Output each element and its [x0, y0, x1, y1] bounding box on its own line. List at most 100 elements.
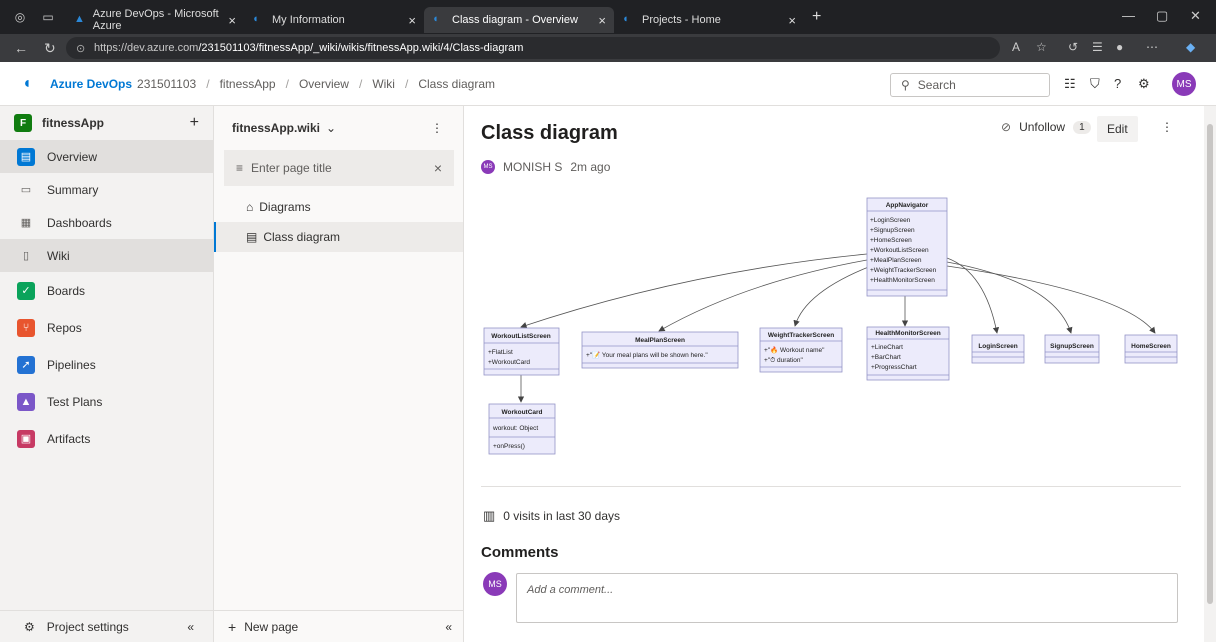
class-node-mealplanscreen: MealPlanScreen +"📝 Your meal plans will …: [581, 331, 739, 369]
read-aloud-icon[interactable]: A: [1012, 40, 1020, 54]
tab-projects-home[interactable]: ◖ Projects - Home ×: [614, 7, 804, 33]
comment-input[interactable]: Add a comment...: [516, 573, 1178, 623]
edit-label: Edit: [1107, 122, 1128, 136]
class-field: +BarChart: [871, 354, 901, 361]
tab-my-information[interactable]: ◖ My Information ×: [244, 7, 424, 33]
sidebar-item-label: Summary: [47, 182, 99, 197]
sidebar-item-summary[interactable]: ▭ Summary: [0, 173, 213, 206]
avatar[interactable]: MS: [1172, 72, 1196, 96]
sidebar-item-label: Dashboards: [47, 215, 112, 230]
more-icon[interactable]: ⋯: [1146, 40, 1158, 54]
sidebar-item-label: Repos: [47, 320, 82, 335]
profile-icon[interactable]: ●: [1116, 40, 1123, 54]
url-field[interactable]: ⊙ https://dev.azure.com/231501103/fitnes…: [66, 37, 1000, 59]
page-title: Class diagram: [481, 122, 618, 144]
copilot-icon[interactable]: ↺: [1068, 40, 1078, 54]
edit-button[interactable]: Edit: [1097, 116, 1138, 142]
sidebar-item-dashboards[interactable]: ▦ Dashboards: [0, 206, 213, 239]
class-field: +ProgressChart: [871, 364, 917, 371]
breadcrumb-item[interactable]: Wiki: [372, 77, 395, 91]
back-icon[interactable]: ←: [14, 40, 28, 56]
edge-copilot-icon[interactable]: ◆: [1186, 40, 1195, 54]
tree-page-class-diagram[interactable]: ▤ Class diagram: [214, 222, 463, 252]
work-items-icon[interactable]: ☷: [1064, 76, 1076, 92]
artifacts-icon: ▣: [17, 429, 35, 448]
class-field: +FlatList: [488, 349, 513, 356]
scrollbar-thumb[interactable]: [1207, 124, 1213, 604]
new-tab-button[interactable]: +: [812, 8, 821, 26]
wiki-more-icon[interactable]: ⋮: [431, 121, 443, 135]
breadcrumb-separator: /: [285, 76, 289, 91]
sidebar-item-repos[interactable]: ⑂ Repos: [0, 309, 213, 346]
close-tab-icon[interactable]: ×: [228, 13, 236, 28]
browser-tab-bar: ◎ ▭ ▲ Azure DevOps - Microsoft Azure × ◖…: [0, 0, 1216, 34]
org-link[interactable]: 231501103: [137, 77, 196, 91]
class-field: +onPress(): [493, 443, 525, 450]
author-name[interactable]: MONISH S: [503, 160, 562, 174]
project-header[interactable]: F fitnessApp +: [0, 106, 213, 140]
class-node-workoutcard: WorkoutCard workout: Object +onPress(): [488, 403, 556, 455]
class-name: SignupScreen: [1050, 343, 1094, 350]
wiki-icon: ▯: [22, 250, 30, 262]
user-settings-icon[interactable]: ⚙: [1138, 76, 1150, 92]
close-tab-icon[interactable]: ×: [788, 13, 796, 28]
breadcrumb-item[interactable]: Overview: [299, 77, 349, 91]
wiki-tree-panel: fitnessApp.wiki ⌄ ⋮ ≡ Enter page title ×…: [214, 106, 464, 642]
wiki-selector[interactable]: fitnessApp.wiki ⌄ ⋮: [214, 106, 463, 150]
class-field: +HomeScreen: [870, 237, 912, 244]
filter-placeholder: Enter page title: [251, 161, 332, 175]
maximize-button[interactable]: ▢: [1156, 8, 1168, 24]
favorite-icon[interactable]: ☆: [1036, 40, 1047, 54]
site-info-icon[interactable]: ⊙: [76, 42, 85, 55]
collapse-sidebar-icon[interactable]: «: [187, 620, 194, 634]
sidebar-item-boards[interactable]: ✓ Boards: [0, 272, 213, 309]
sidebar-item-pipelines[interactable]: ➚ Pipelines: [0, 346, 213, 383]
collapse-tree-icon[interactable]: «: [445, 620, 452, 634]
page-scrollbar[interactable]: [1204, 106, 1216, 642]
tab-actions-icon[interactable]: ▭: [40, 9, 56, 25]
sidebar-item-artifacts[interactable]: ▣ Artifacts: [0, 420, 213, 457]
favorites-list-icon[interactable]: ☰: [1092, 40, 1103, 54]
tab-title: Class diagram - Overview: [452, 14, 578, 26]
page-visits[interactable]: ▥ 0 visits in last 30 days: [483, 508, 620, 524]
tree-page-diagrams[interactable]: ⌂ Diagrams: [214, 192, 463, 222]
devops-header: ◖ Azure DevOps 231501103 / fitnessApp / …: [0, 62, 1216, 106]
close-tab-icon[interactable]: ×: [598, 13, 606, 28]
workspaces-icon[interactable]: ◎: [12, 9, 28, 25]
help-icon[interactable]: ?: [1114, 76, 1121, 91]
tab-azure-devops[interactable]: ▲ Azure DevOps - Microsoft Azure ×: [66, 7, 244, 33]
breadcrumb-item[interactable]: Class diagram: [418, 77, 495, 91]
azure-icon: ▲: [74, 13, 85, 25]
add-icon[interactable]: +: [190, 114, 199, 132]
page-more-button[interactable]: ⋮: [1161, 120, 1173, 134]
breadcrumb-item[interactable]: fitnessApp: [220, 77, 276, 91]
new-page-button[interactable]: + New page «: [214, 610, 464, 642]
wiki-name: fitnessApp.wiki: [232, 121, 321, 135]
clear-icon[interactable]: ×: [434, 160, 442, 176]
close-tab-icon[interactable]: ×: [408, 13, 416, 28]
project-settings-button[interactable]: ⚙ Project settings «: [0, 610, 214, 642]
unfollow-button[interactable]: ⊘ Unfollow 1: [1001, 120, 1091, 134]
content-divider: [481, 486, 1181, 487]
class-field: +MealPlanScreen: [870, 257, 922, 264]
project-name: fitnessApp: [42, 116, 105, 130]
azure-devops-logo-icon[interactable]: ◖: [22, 75, 40, 93]
breadcrumb-separator: /: [206, 76, 210, 91]
page-title-filter[interactable]: ≡ Enter page title ×: [224, 150, 454, 186]
class-name: HomeScreen: [1131, 343, 1171, 350]
sidebar-item-test-plans[interactable]: ▲ Test Plans: [0, 383, 213, 420]
marketplace-icon[interactable]: ⛉: [1090, 76, 1100, 92]
edit-time: 2m ago: [570, 160, 611, 174]
close-window-button[interactable]: ✕: [1190, 8, 1201, 24]
sidebar-item-wiki[interactable]: ▯ Wiki: [0, 239, 213, 272]
class-field: workout: Object: [492, 425, 538, 432]
class-name: WorkoutListScreen: [491, 333, 551, 340]
brand-link[interactable]: Azure DevOps: [50, 77, 132, 91]
class-name: MealPlanScreen: [635, 337, 685, 344]
refresh-icon[interactable]: ↻: [44, 40, 56, 57]
search-input[interactable]: ⚲ Search: [890, 73, 1050, 97]
tab-class-diagram[interactable]: ◖ Class diagram - Overview ×: [424, 7, 614, 33]
minimize-button[interactable]: —: [1122, 8, 1135, 23]
tab-title: Projects - Home: [642, 14, 721, 26]
sidebar-item-overview[interactable]: ▤ Overview: [0, 140, 213, 173]
